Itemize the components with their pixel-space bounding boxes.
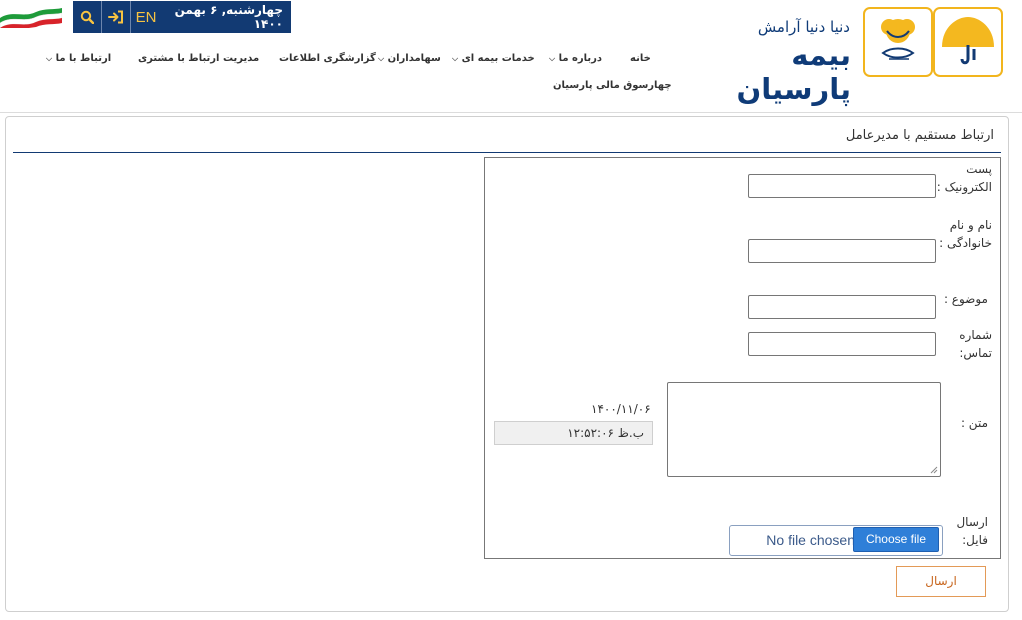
message-label: متن : [960, 416, 988, 430]
site-header: EN چهارشنبه, ۶ بهمن ۱۴۰۰ دنیا دنیا آرامش… [0, 0, 1022, 113]
flag-icon [0, 8, 62, 28]
nav-shareholders[interactable]: سهامداران ⌵ [378, 53, 441, 64]
name-input[interactable] [748, 239, 936, 263]
nav-financial-bazaar[interactable]: چهارسوق مالی پارسیان [553, 80, 672, 91]
login-icon [108, 10, 123, 24]
choose-file-button[interactable]: Choose file [853, 527, 939, 552]
login-button[interactable] [101, 1, 131, 33]
nav-information-reporting[interactable]: گزارشگری اطلاعات [279, 53, 376, 64]
flower-emblem-icon [881, 19, 915, 60]
nav-insurance-services[interactable]: خدمات بیمه ای ⌵ [452, 53, 535, 64]
page-title: ارتباط مستقیم با مدیرعامل [845, 128, 994, 143]
nav-home[interactable]: خانه [630, 53, 651, 64]
chevron-down-icon: ⌵ [452, 54, 459, 63]
language-toggle[interactable]: EN [131, 1, 161, 33]
chevron-down-icon: ⌵ [378, 54, 385, 63]
search-button[interactable] [73, 1, 101, 33]
email-label: پست الکترونیک : [936, 162, 992, 194]
current-date-value: ۱۴۰۰/۱۱/۰۶ [591, 402, 651, 416]
file-upload-label: ارسال فایل: [956, 515, 988, 547]
umbrella-icon [942, 17, 994, 65]
nav-contact[interactable]: ارتباط با ما ⌵ [46, 53, 111, 64]
brand-slogan: دنیا دنیا آرامش [757, 18, 850, 36]
name-label: نام و نام خانوادگی : [939, 218, 992, 250]
file-status: No file chosen [766, 532, 855, 548]
submit-button[interactable]: ارسال [896, 566, 986, 597]
email-input[interactable] [748, 174, 936, 198]
phone-input[interactable] [748, 332, 936, 356]
file-upload-input[interactable]: No file chosen Choose file [729, 525, 943, 556]
umbrella-logo[interactable] [933, 7, 1003, 77]
search-icon [80, 10, 94, 24]
nav-customer-relations[interactable]: مدیریت ارتباط با مشتری [138, 53, 259, 64]
subject-input[interactable] [748, 295, 936, 319]
nav-about[interactable]: درباره ما ⌵ [549, 53, 602, 64]
title-divider [13, 152, 1001, 153]
chevron-down-icon: ⌵ [46, 54, 53, 63]
current-time-field: ۱۲:۵۲:۰۶ ب.ظ [494, 421, 653, 445]
chevron-down-icon: ⌵ [549, 54, 556, 63]
top-bar: EN چهارشنبه, ۶ بهمن ۱۴۰۰ [73, 1, 291, 33]
contact-form: پست الکترونیک : نام و نام خانوادگی : موض… [484, 157, 1001, 559]
brand-name: بیمه پارسیان [736, 38, 852, 106]
parsian-emblem [863, 7, 933, 77]
subject-label: موضوع : [943, 292, 988, 306]
current-date: چهارشنبه, ۶ بهمن ۱۴۰۰ [174, 3, 283, 31]
phone-label: شماره تماس: [959, 328, 992, 360]
resize-grip-icon[interactable] [930, 466, 938, 474]
content-panel: ارتباط مستقیم با مدیرعامل پست الکترونیک … [5, 116, 1009, 612]
message-textarea[interactable] [667, 382, 941, 477]
